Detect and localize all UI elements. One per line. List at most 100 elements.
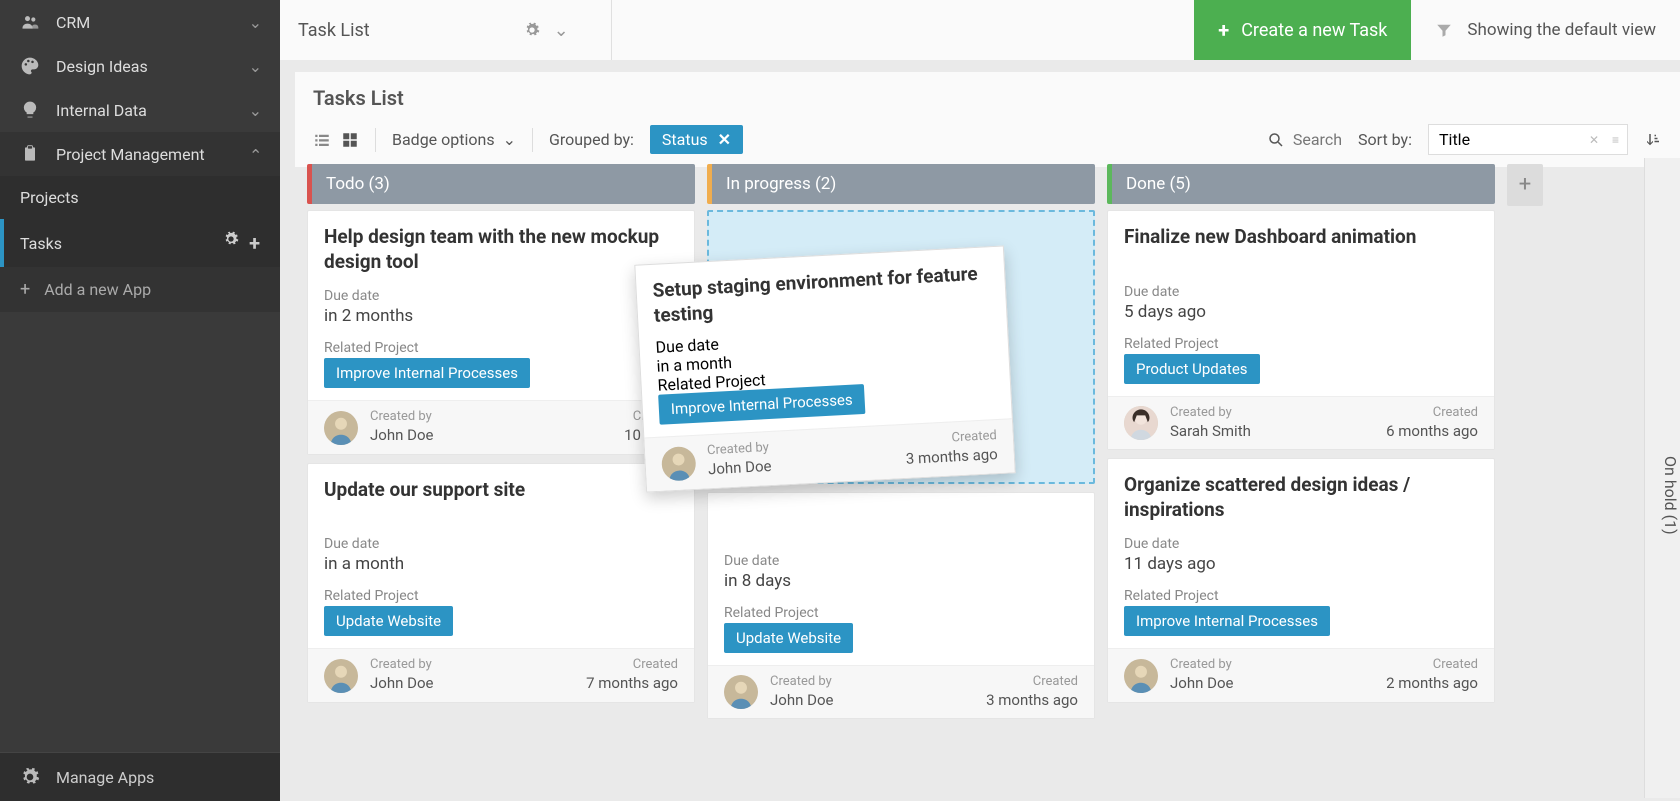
grid-view-icon[interactable] — [341, 131, 359, 149]
card-title: Help design team with the new mockup des… — [324, 225, 678, 274]
project-tag[interactable]: Improve Internal Processes — [1124, 606, 1330, 636]
creator-name: John Doe — [370, 426, 433, 446]
created-when: 3 months ago — [905, 445, 998, 469]
related-project-label: Related Project — [724, 605, 1078, 621]
column-done: Done (5) Finalize new Dashboard animatio… — [1107, 164, 1495, 801]
chevron-down-icon: ⌄ — [503, 130, 516, 149]
chevron-down-icon: ⌄ — [249, 13, 262, 32]
due-date-value: 5 days ago — [1124, 302, 1478, 322]
avatar — [1124, 659, 1158, 693]
create-task-button[interactable]: + Create a new Task — [1194, 0, 1411, 60]
created-when: 6 months ago — [1386, 422, 1478, 442]
list-view-icon[interactable] — [313, 131, 331, 149]
project-tag[interactable]: Product Updates — [1124, 354, 1260, 384]
sort-field-value: Title — [1439, 130, 1470, 149]
avatar — [324, 659, 358, 693]
sidebar-item-pm[interactable]: Project Management ⌄ — [0, 132, 280, 176]
sidebar-label: CRM — [56, 13, 90, 32]
gear-icon[interactable] — [223, 231, 239, 255]
chip-label: Status — [662, 130, 708, 149]
close-icon[interactable]: ✕ — [1589, 133, 1599, 147]
sidebar-sub-label: Tasks — [20, 234, 62, 253]
topbar: Task List ⌄ + Create a new Task Showing … — [280, 0, 1680, 60]
sidebar-sub-projects[interactable]: Projects — [0, 176, 280, 219]
sort-field-select[interactable]: Title ✕ ≡ — [1428, 124, 1628, 155]
column-header-progress[interactable]: In progress (2) — [707, 164, 1095, 204]
page-title: Task List — [298, 20, 370, 41]
people-icon — [20, 12, 40, 32]
sidebar-item-internal[interactable]: Internal Data ⌄ — [0, 88, 280, 132]
add-app-button[interactable]: + Add a new App — [0, 267, 280, 312]
column-todo: Todo (3) Help design team with the new m… — [307, 164, 695, 801]
plus-icon: + — [20, 279, 30, 300]
created-label: Created — [1386, 657, 1478, 674]
column-onhold-collapsed[interactable]: On hold (1) — [1644, 158, 1680, 798]
created-when: 3 months ago — [986, 691, 1078, 711]
card-title: Organize scattered design ideas / inspir… — [1124, 473, 1478, 522]
sidebar-sub-tasks[interactable]: Tasks + — [0, 219, 280, 267]
due-date-value: 11 days ago — [1124, 554, 1478, 574]
task-card[interactable]: Due date in 8 days Related Project Updat… — [707, 492, 1095, 719]
close-icon[interactable]: ✕ — [718, 130, 731, 149]
task-card[interactable]: Update our support site Due date in a mo… — [307, 463, 695, 703]
context-title: Task List ⌄ — [280, 20, 587, 41]
due-date-value: in 2 months — [324, 306, 678, 326]
card-title: Update our support site — [324, 478, 678, 503]
due-date-label: Due date — [324, 536, 678, 552]
created-label: Created — [1386, 405, 1478, 422]
created-by-label: Created by — [370, 409, 433, 426]
sidebar-item-design[interactable]: Design Ideas ⌄ — [0, 44, 280, 88]
clipboard-icon — [20, 144, 40, 164]
due-date-label: Due date — [324, 288, 678, 304]
task-card-dragging[interactable]: Setup staging environment for feature te… — [634, 245, 1015, 492]
created-label: Created — [586, 657, 678, 674]
project-tag[interactable]: Update Website — [324, 606, 453, 636]
creator-name: John Doe — [708, 457, 772, 480]
project-tag[interactable]: Improve Internal Processes — [324, 358, 530, 388]
badge-options-dropdown[interactable]: Badge options ⌄ — [392, 130, 516, 149]
related-project-label: Related Project — [1124, 588, 1478, 604]
add-app-label: Add a new App — [44, 280, 151, 299]
sidebar-label: Project Management — [56, 145, 205, 164]
chevron-down-icon: ⌄ — [249, 57, 262, 76]
task-card[interactable]: Help design team with the new mockup des… — [307, 210, 695, 455]
add-column-button[interactable]: + — [1507, 164, 1543, 206]
created-by-label: Created by — [770, 674, 833, 691]
task-card[interactable]: Organize scattered design ideas / inspir… — [1107, 458, 1495, 703]
column-header-done[interactable]: Done (5) — [1107, 164, 1495, 204]
task-card[interactable]: Finalize new Dashboard animation Due dat… — [1107, 210, 1495, 450]
chevron-up-icon: ⌄ — [249, 145, 262, 164]
plus-icon[interactable]: + — [249, 231, 260, 255]
search-button[interactable]: Search — [1267, 130, 1342, 149]
search-label: Search — [1293, 130, 1342, 149]
gear-icon[interactable] — [524, 22, 540, 38]
gear-icon — [20, 767, 40, 787]
chevron-down-icon: ⌄ — [249, 101, 262, 120]
plus-icon: + — [1218, 18, 1229, 42]
manage-apps-button[interactable]: Manage Apps — [0, 752, 280, 801]
badge-options-label: Badge options — [392, 130, 495, 149]
filter-icon — [1435, 21, 1453, 39]
board-heading: Tasks List — [313, 86, 1662, 110]
sort-direction-button[interactable] — [1644, 131, 1662, 149]
onhold-label: On hold (1) — [1661, 456, 1680, 535]
view-filter-button[interactable]: Showing the default view — [1411, 0, 1680, 60]
created-by-label: Created by — [370, 657, 433, 674]
due-date-label: Due date — [1124, 536, 1478, 552]
sidebar: CRM ⌄ Design Ideas ⌄ Internal Data ⌄ Pro… — [0, 0, 280, 801]
chevron-down-icon[interactable]: ⌄ — [554, 20, 569, 41]
project-tag[interactable]: Update Website — [724, 623, 853, 653]
creator-name: John Doe — [370, 674, 433, 694]
sidebar-item-crm[interactable]: CRM ⌄ — [0, 0, 280, 44]
column-header-todo[interactable]: Todo (3) — [307, 164, 695, 204]
creator-name: John Doe — [1170, 674, 1233, 694]
avatar — [661, 445, 697, 481]
created-by-label: Created by — [1170, 405, 1251, 422]
grouped-by-label: Grouped by: — [549, 130, 634, 149]
card-title: Setup staging environment for feature te… — [652, 261, 990, 328]
view-filter-label: Showing the default view — [1467, 20, 1656, 40]
group-chip-status[interactable]: Status ✕ — [650, 125, 743, 154]
manage-apps-label: Manage Apps — [56, 768, 154, 787]
search-icon — [1267, 131, 1285, 149]
related-project-label: Related Project — [324, 340, 678, 356]
